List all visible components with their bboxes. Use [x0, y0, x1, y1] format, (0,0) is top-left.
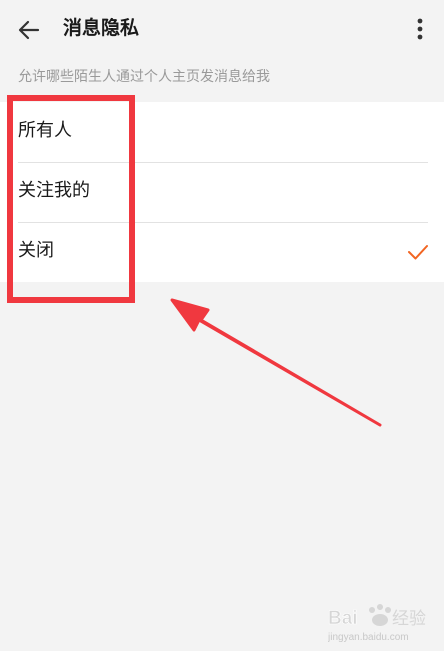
section-description: 允许哪些陌生人通过个人主页发消息给我 — [18, 69, 270, 85]
option-off[interactable]: 关闭 — [0, 222, 444, 282]
option-everyone[interactable]: 所有人 — [0, 102, 444, 162]
arrow-left-icon — [18, 20, 40, 40]
app-header: 消息隐私 — [0, 0, 444, 58]
annotation-arrow — [170, 298, 382, 427]
option-followers[interactable]: 关注我的 — [0, 162, 444, 222]
back-button[interactable] — [14, 14, 46, 46]
watermark-logo: Bai 经验 jingyan.baidu.com — [328, 604, 426, 643]
page-title: 消息隐私 — [63, 17, 140, 39]
option-label: 关注我的 — [18, 180, 90, 201]
more-vertical-icon — [417, 18, 423, 40]
more-button[interactable] — [404, 14, 436, 46]
option-label: 关闭 — [18, 240, 54, 261]
svg-text:经验: 经验 — [392, 609, 426, 629]
svg-text:Bai: Bai — [328, 608, 358, 629]
options-list: 所有人 关注我的 关闭 — [0, 102, 444, 282]
svg-text:jingyan.baidu.com: jingyan.baidu.com — [328, 632, 409, 643]
annotation-overlay — [7, 95, 382, 427]
option-label: 所有人 — [18, 120, 72, 141]
checkmark-icon — [408, 245, 428, 260]
